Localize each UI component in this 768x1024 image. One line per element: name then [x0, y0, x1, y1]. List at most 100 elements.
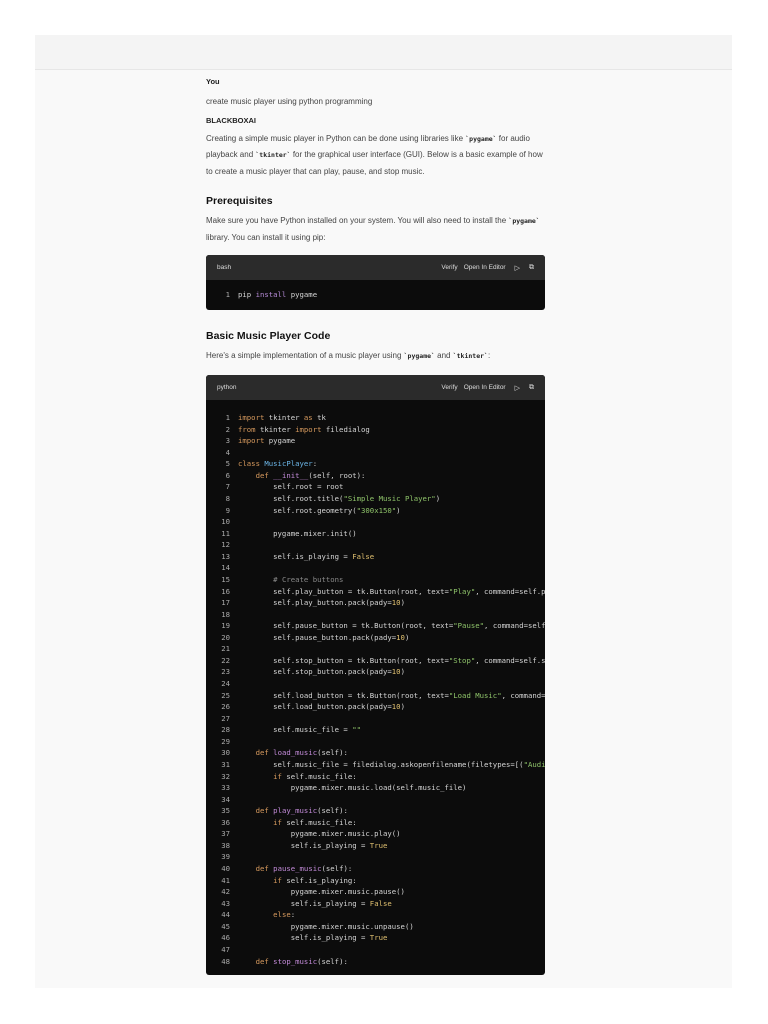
code-token: self.stop_button.pack(pady=: [238, 667, 392, 677]
verify-button[interactable]: Verify: [441, 384, 457, 391]
line-code: pygame.mixer.init(): [238, 528, 356, 540]
code-line: 38 self.is_playing = True: [206, 840, 545, 852]
code-line: 43 self.is_playing = False: [206, 898, 545, 910]
code-line: 5 class MusicPlayer:: [206, 458, 545, 470]
line-number: 13: [221, 551, 230, 561]
code-token: else: [273, 910, 291, 920]
code-token: self.root.geometry(: [238, 505, 357, 515]
code-line: 33 pygame.mixer.music.load(self.music_fi…: [206, 782, 545, 794]
line-number: 23: [221, 667, 230, 677]
code-line: 16 self.play_button = tk.Button(root, te…: [206, 586, 545, 598]
open-in-editor-button[interactable]: Open In Editor: [464, 384, 506, 391]
user-label: You: [206, 77, 220, 86]
code-token: ): [400, 598, 405, 608]
code-token: self.music_file:: [281, 817, 357, 827]
line-number: 47: [221, 944, 230, 954]
conversation: You create music player using python pro…: [206, 77, 546, 976]
code-token: , command=self.play_music): [475, 586, 545, 596]
line-code: pygame.mixer.music.load(self.music_file): [238, 782, 467, 794]
inline-code: `pygame`: [403, 351, 435, 360]
code-line: 15 # Create buttons: [206, 574, 545, 586]
code-token: tkinter: [255, 424, 296, 434]
top-bar: [35, 35, 732, 70]
code-token: (self):: [317, 748, 348, 758]
line-number: 32: [221, 771, 230, 781]
code-token: "Simple Music Player": [343, 494, 436, 503]
code-token: def: [255, 470, 269, 480]
verify-button[interactable]: Verify: [441, 264, 457, 271]
line-number: 37: [221, 829, 230, 839]
code-line: 40 def pause_music(self):: [206, 863, 545, 875]
line-code: def play_music(self):: [238, 805, 348, 817]
code-token: self.is_playing =: [238, 551, 353, 561]
line-code: self.music_file = "": [238, 724, 361, 736]
code-token: pygame: [264, 436, 296, 446]
assistant-label: BLACKBOXAI: [206, 115, 256, 125]
code-token: ): [400, 702, 405, 712]
line-code: self.pause_button = tk.Button(root, text…: [238, 620, 545, 632]
code-line: 24: [206, 678, 545, 690]
code-token: "Stop": [448, 655, 476, 665]
code-line: 13 self.is_playing = False: [206, 551, 545, 563]
line-code: self.is_playing = True: [238, 932, 388, 944]
code-token: if: [273, 771, 282, 781]
open-in-editor-button[interactable]: Open In Editor: [464, 264, 506, 271]
code-token: 10: [391, 702, 401, 712]
code-token: def: [255, 806, 269, 816]
code-line: 10: [206, 516, 545, 528]
line-code: pip install pygame: [238, 289, 317, 301]
line-code: self.root = root: [238, 481, 343, 493]
code-body: 1 pip install pygame: [206, 280, 545, 310]
inline-code: `tkinter`: [452, 351, 488, 360]
copy-icon[interactable]: ⧉: [529, 264, 534, 272]
line-number: 42: [221, 887, 230, 897]
copy-icon[interactable]: ⧉: [529, 384, 534, 392]
text-segment: Make sure you have Python installed on y…: [206, 216, 509, 225]
code-line: 20 self.pause_button.pack(pady=10): [206, 632, 545, 644]
code-line: 30 def load_music(self):: [206, 747, 545, 759]
prerequisites-heading: Prerequisites: [206, 195, 273, 207]
code-token: ): [400, 667, 405, 677]
code-line: 11 pygame.mixer.init(): [206, 528, 545, 540]
code-line: 32 if self.music_file:: [206, 771, 545, 783]
code-token: ): [435, 494, 441, 503]
code-token: as: [303, 413, 313, 423]
line-number: 15: [221, 574, 230, 584]
line-code: self.stop_button.pack(pady=10): [238, 666, 405, 678]
code-line: 28 self.music_file = "": [206, 724, 545, 736]
code-line: 23 self.stop_button.pack(pady=10): [206, 666, 545, 678]
code-token: pygame.mixer.music.play(): [238, 829, 401, 839]
code-line: 8 self.root.title("Simple Music Player"): [206, 493, 545, 505]
code-token: :: [312, 459, 318, 469]
code-token: 10: [391, 667, 401, 677]
code-token: pygame: [286, 290, 318, 299]
code-token: pygame.mixer.music.unpause(): [238, 921, 414, 931]
code-line: 37 pygame.mixer.music.play(): [206, 828, 545, 840]
code-token: "Pause": [453, 621, 485, 631]
code-token: self.stop_button = tk.Button(root, text=: [238, 655, 449, 665]
line-number: 14: [221, 563, 230, 573]
line-number: 3: [225, 436, 230, 446]
code-token: def: [255, 864, 269, 873]
code-token: def: [255, 748, 269, 758]
inline-code: `pygame`: [508, 217, 540, 225]
play-icon[interactable]: ▷: [515, 384, 520, 392]
line-code: self.pause_button.pack(pady=10): [238, 632, 409, 644]
code-token: self.music_file = filedialog.askopenfile…: [238, 759, 524, 769]
play-icon[interactable]: ▷: [515, 264, 520, 272]
code-line: 26 self.load_button.pack(pady=10): [206, 701, 545, 713]
code-line: 4: [206, 447, 545, 459]
text-segment: Here's a simple implementation of a musi…: [206, 350, 404, 360]
code-line: 19 self.pause_button = tk.Button(root, t…: [206, 620, 545, 632]
code-token: self.play_button.pack(pady=: [238, 598, 392, 608]
code-token: :: [290, 910, 296, 920]
line-number: 30: [221, 748, 230, 758]
line-code: self.is_playing = False: [238, 551, 374, 563]
line-number: 35: [221, 806, 230, 816]
code-line: 42 pygame.mixer.music.pause(): [206, 886, 545, 898]
line-number: 1: [225, 290, 230, 299]
